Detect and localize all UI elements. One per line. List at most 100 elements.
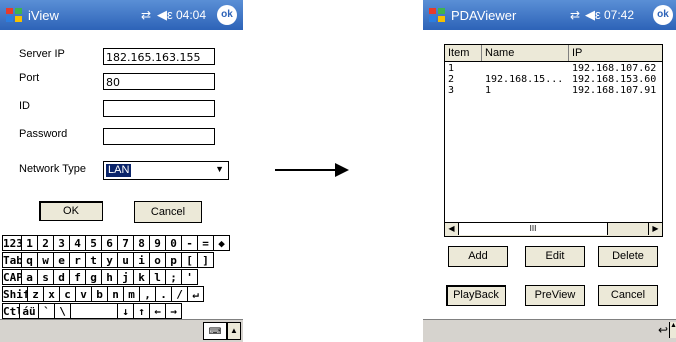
delete-button[interactable]: Delete xyxy=(598,246,658,267)
keyboard-key[interactable]: f xyxy=(69,269,86,285)
keyboard-key[interactable]: ← xyxy=(149,303,166,319)
scroll-right-icon[interactable]: ▶ xyxy=(648,223,662,235)
password-field[interactable] xyxy=(103,128,215,145)
list-row[interactable]: 3 1 192.168.107.91 xyxy=(445,85,662,97)
keyboard-key[interactable]: v xyxy=(75,286,92,302)
keyboard-key[interactable]: 1 xyxy=(21,235,38,251)
keyboard-key[interactable]: 8 xyxy=(133,235,150,251)
keyboard-key[interactable]: Tab xyxy=(2,252,23,268)
keyboard-key[interactable]: ; xyxy=(165,269,182,285)
keyboard-key[interactable]: d xyxy=(53,269,70,285)
scroll-left-icon[interactable]: ◀ xyxy=(445,223,459,235)
keyboard-key[interactable]: ] xyxy=(197,252,214,268)
keyboard-key[interactable]: 7 xyxy=(117,235,134,251)
keyboard-key[interactable]: n xyxy=(107,286,124,302)
keyboard-key[interactable] xyxy=(70,303,118,319)
keyboard-key[interactable]: 6 xyxy=(101,235,118,251)
undo-icon[interactable]: ↩ xyxy=(658,323,668,337)
connectivity-icon[interactable]: ⇄ xyxy=(141,8,151,22)
connectivity-icon[interactable]: ⇄ xyxy=(570,8,580,22)
keyboard-key[interactable]: l xyxy=(149,269,166,285)
keyboard-key[interactable]: 9 xyxy=(149,235,166,251)
keyboard-key[interactable]: c xyxy=(59,286,76,302)
cancel-button[interactable]: Cancel xyxy=(134,201,202,223)
keyboard-key[interactable]: ◆ xyxy=(213,235,230,251)
column-header-name[interactable]: Name xyxy=(482,45,569,61)
keyboard-key[interactable]: o xyxy=(149,252,166,268)
device-list[interactable]: Item Name IP 1 192.168.107.62 2 192.168.15.… xyxy=(444,44,663,237)
ok-close-button[interactable]: ok xyxy=(653,5,673,25)
keyboard-key[interactable]: x xyxy=(43,286,60,302)
keyboard-key[interactable]: ` xyxy=(38,303,55,319)
chevron-down-icon[interactable]: ▼ xyxy=(215,164,224,174)
input-panel-arrow-icon[interactable]: ▲ xyxy=(669,322,676,338)
speaker-icon[interactable]: ◀ε xyxy=(157,7,173,23)
network-type-select[interactable]: LAN ▼ xyxy=(103,161,229,180)
keyboard-key[interactable]: g xyxy=(85,269,102,285)
keyboard-key[interactable]: q xyxy=(21,252,38,268)
keyboard-key[interactable]: p xyxy=(165,252,182,268)
ok-button[interactable]: OK xyxy=(39,201,103,221)
scroll-thumb[interactable]: III xyxy=(459,223,608,235)
server-ip-field[interactable]: 182.165.163.155 xyxy=(103,48,215,65)
keyboard-key[interactable]: i xyxy=(133,252,150,268)
column-header-item[interactable]: Item xyxy=(445,45,482,61)
keyboard-key[interactable]: b xyxy=(91,286,108,302)
input-panel-arrow-icon[interactable]: ▲ xyxy=(227,322,241,340)
horizontal-scrollbar[interactable]: ◀ III ▶ xyxy=(445,222,662,236)
keyboard-key[interactable]: e xyxy=(53,252,70,268)
keyboard-key[interactable]: , xyxy=(139,286,156,302)
add-button[interactable]: Add xyxy=(448,246,508,267)
preview-button[interactable]: PreView xyxy=(525,285,585,306)
keyboard-key[interactable]: - xyxy=(181,235,198,251)
keyboard-key[interactable]: h xyxy=(101,269,118,285)
speaker-icon[interactable]: ◀ε xyxy=(585,7,601,23)
keyboard-key[interactable]: 123 xyxy=(2,235,23,251)
keyboard-key[interactable]: ↓ xyxy=(117,303,134,319)
keyboard-key[interactable]: z xyxy=(27,286,44,302)
keyboard-key[interactable]: 2 xyxy=(37,235,54,251)
keyboard-key[interactable]: j xyxy=(117,269,134,285)
keyboard-key[interactable]: → xyxy=(165,303,182,319)
keyboard-key[interactable]: = xyxy=(197,235,214,251)
start-menu-icon[interactable] xyxy=(4,5,24,25)
keyboard-key[interactable]: 4 xyxy=(69,235,86,251)
start-menu-icon[interactable] xyxy=(427,5,447,25)
edit-button[interactable]: Edit xyxy=(525,246,585,267)
keyboard-key[interactable]: 3 xyxy=(53,235,70,251)
keyboard-key[interactable]: \ xyxy=(54,303,71,319)
cancel-button[interactable]: Cancel xyxy=(598,285,658,306)
keyboard-key[interactable]: k xyxy=(133,269,150,285)
keyboard-key[interactable]: CAP xyxy=(2,269,23,285)
keyboard-key[interactable]: Shift xyxy=(2,286,36,302)
keyboard-key[interactable]: [ xyxy=(181,252,198,268)
password-label: Password xyxy=(19,128,68,140)
port-label: Port xyxy=(19,72,40,84)
keyboard-key[interactable]: . xyxy=(155,286,172,302)
playback-button[interactable]: PlayBack xyxy=(446,285,506,306)
keyboard-key[interactable]: t xyxy=(85,252,102,268)
column-header-ip[interactable]: IP xyxy=(569,45,662,61)
clock[interactable]: 04:04 xyxy=(176,8,206,22)
keyboard-key[interactable]: áü xyxy=(19,303,39,319)
keyboard-key[interactable]: ↑ xyxy=(133,303,150,319)
port-field[interactable]: 80 xyxy=(103,73,215,90)
keyboard-key[interactable]: u xyxy=(117,252,134,268)
id-field[interactable] xyxy=(103,100,215,117)
keyboard-key[interactable]: m xyxy=(123,286,140,302)
keyboard-key[interactable]: a xyxy=(21,269,38,285)
clock[interactable]: 07:42 xyxy=(604,8,634,22)
ok-close-button[interactable]: ok xyxy=(217,5,237,25)
keyboard-key[interactable]: w xyxy=(37,252,54,268)
keyboard-key[interactable]: 0 xyxy=(165,235,182,251)
keyboard-key[interactable]: / xyxy=(171,286,188,302)
keyboard-key[interactable]: s xyxy=(37,269,54,285)
keyboard-key[interactable]: r xyxy=(69,252,86,268)
keyboard-key[interactable]: ↵ xyxy=(187,286,204,302)
keyboard-key[interactable]: y xyxy=(101,252,118,268)
app-title: PDAViewer xyxy=(451,8,517,23)
keyboard-icon[interactable]: ⌨ xyxy=(203,322,227,340)
keyboard-key[interactable]: ' xyxy=(181,269,198,285)
keyboard-key[interactable]: Ctl xyxy=(2,303,23,319)
keyboard-key[interactable]: 5 xyxy=(85,235,102,251)
